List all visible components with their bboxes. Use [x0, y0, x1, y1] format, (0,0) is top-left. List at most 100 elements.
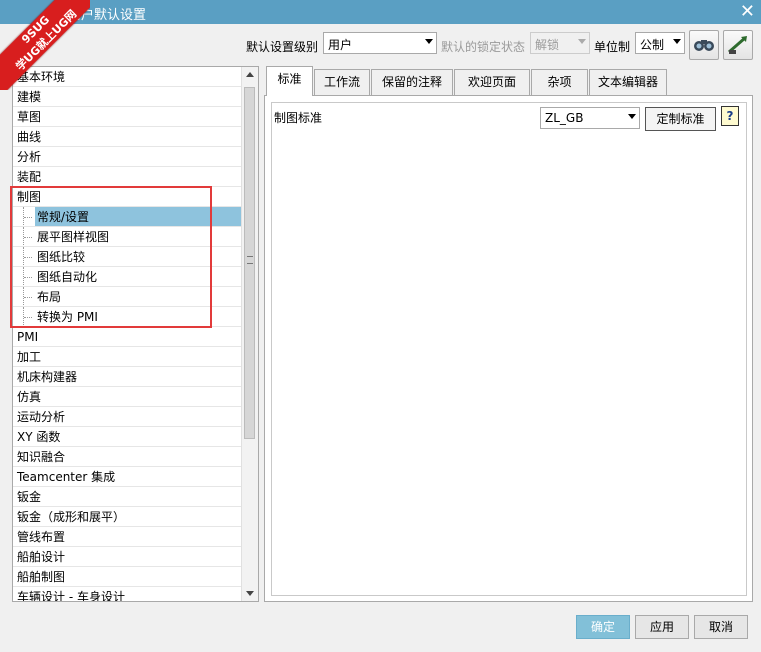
ok-button[interactable]: 确定 [576, 615, 630, 639]
tree-item-label: 机床构建器 [17, 370, 78, 384]
tree-item-label: 布局 [37, 290, 62, 304]
cancel-button[interactable]: 取消 [694, 615, 748, 639]
tree-item-label: 车辆设计 - 车身设计 [17, 590, 125, 602]
drafting-standard-value: ZL_GB [545, 111, 584, 125]
tree-item-label: 转换为 PMI [37, 310, 98, 324]
tree-item[interactable]: 装配 [13, 167, 244, 187]
tree-item-label: 钣金（成形和展平） [17, 510, 126, 524]
tab-2[interactable]: 保留的注释 [371, 69, 453, 95]
tab-body: 制图标准 ZL_GB 定制标准 ? [264, 95, 753, 602]
find-setting-button[interactable] [689, 30, 719, 60]
lock-label: 默认的锁定状态 [441, 40, 526, 54]
tab-5[interactable]: 文本编辑器 [589, 69, 667, 95]
tree-item[interactable]: 钣金（成形和展平） [13, 507, 244, 527]
tree-item[interactable]: 草图 [13, 107, 244, 127]
scroll-down-icon[interactable] [242, 585, 258, 601]
tab-3[interactable]: 欢迎页面 [454, 69, 530, 95]
level-dropdown[interactable]: 用户 [323, 32, 437, 54]
scroll-up-icon[interactable] [242, 67, 258, 83]
tree-scrollbar[interactable] [241, 67, 258, 601]
tab-4[interactable]: 杂项 [531, 69, 588, 95]
tree-item-label: 分析 [17, 150, 42, 164]
tree-item[interactable]: 加工 [13, 347, 244, 367]
category-tree[interactable]: 基本环境 建模 草图 曲线 分析 装配 制图 常规/设置 展平图样视图 图纸比较 图纸自动化 布局 转换… [12, 66, 259, 602]
tree-item[interactable]: Teamcenter 集成 [13, 467, 244, 487]
tree-item-label: 建模 [17, 90, 42, 104]
tree-rows: 基本环境 建模 草图 曲线 分析 装配 制图 常规/设置 展平图样视图 图纸比较 图纸自动化 布局 转换… [13, 67, 244, 602]
chevron-down-icon [673, 39, 681, 44]
tree-item-label: 仿真 [17, 390, 42, 404]
tree-child-item[interactable]: 转换为 PMI [13, 307, 244, 327]
tree-child-item[interactable]: 展平图样视图 [13, 227, 244, 247]
drafting-standard-label: 制图标准 [274, 111, 323, 125]
lock-dropdown: 解锁 [530, 32, 590, 54]
tree-item[interactable]: 船舶设计 [13, 547, 244, 567]
tree-item[interactable]: 制图 [13, 187, 244, 207]
tree-child-item[interactable]: 常规/设置 [13, 207, 244, 227]
tree-item-label: 知识融合 [17, 450, 66, 464]
apply-button[interactable]: 应用 [635, 615, 689, 639]
tree-item[interactable]: 仿真 [13, 387, 244, 407]
tree-item-label: XY 函数 [17, 430, 61, 444]
tree-connector [24, 277, 32, 278]
tree-item[interactable]: XY 函数 [13, 427, 244, 447]
tree-item[interactable]: 钣金 [13, 487, 244, 507]
lock-value: 解锁 [535, 38, 560, 52]
tree-item-label: 展平图样视图 [37, 230, 110, 244]
tree-item[interactable]: PMI [13, 327, 244, 347]
tree-item-label: PMI [17, 330, 39, 344]
watermark-badge: 9SUG 学UG就上UG网 [0, 0, 90, 90]
tree-item-label: Teamcenter 集成 [17, 470, 116, 484]
tree-connector [24, 257, 32, 258]
tree-item-label: 制图 [17, 190, 42, 204]
tree-item[interactable]: 船舶制图 [13, 567, 244, 587]
tree-item[interactable]: 建模 [13, 87, 244, 107]
customize-standard-button[interactable]: 定制标准 [645, 107, 716, 131]
settings-panel: 标准 工作流 保留的注释 欢迎页面 杂项 文本编辑器 制图标准 ZL_GB 定制标准 ? [264, 66, 753, 602]
tree-item[interactable]: 分析 [13, 147, 244, 167]
tree-child-item[interactable]: 图纸自动化 [13, 267, 244, 287]
binoculars-icon [694, 40, 714, 51]
level-value: 用户 [328, 38, 353, 52]
watermark-band: 9SUG 学UG就上UG网 [0, 0, 90, 90]
tree-item-label: 船舶设计 [17, 550, 66, 564]
tree-item-label: 运动分析 [17, 410, 66, 424]
tree-item-label: 管线布置 [17, 530, 66, 544]
tree-item-label: 常规/设置 [35, 207, 243, 226]
grip-icon [247, 256, 253, 264]
chevron-down-icon [425, 39, 433, 44]
tree-item-label: 装配 [17, 170, 42, 184]
tab-1[interactable]: 工作流 [314, 69, 370, 95]
unit-dropdown[interactable]: 公制 [635, 32, 685, 54]
tree-item-label: 加工 [17, 350, 42, 364]
tree-connector [24, 217, 32, 218]
tree-item[interactable]: 运动分析 [13, 407, 244, 427]
title-bar: 用户默认设置 ✕ [0, 0, 761, 24]
tab-0[interactable]: 标准 [266, 66, 313, 96]
tree-item-label: 图纸比较 [37, 250, 86, 264]
scroll-thumb[interactable] [244, 87, 255, 439]
help-icon[interactable]: ? [721, 106, 739, 126]
edit-arrow-icon [728, 36, 747, 54]
unit-label: 单位制 [594, 40, 631, 54]
drafting-standard-dropdown[interactable]: ZL_GB [540, 107, 640, 129]
tree-item-label: 图纸自动化 [37, 270, 98, 284]
tree-item-label: 曲线 [17, 130, 42, 144]
chevron-down-icon [628, 114, 636, 119]
tree-item[interactable]: 管线布置 [13, 527, 244, 547]
tree-child-item[interactable]: 布局 [13, 287, 244, 307]
tree-item[interactable]: 知识融合 [13, 447, 244, 467]
tree-item[interactable]: 机床构建器 [13, 367, 244, 387]
tree-item[interactable]: 曲线 [13, 127, 244, 147]
tree-child-item[interactable]: 图纸比较 [13, 247, 244, 267]
level-label: 默认设置级别 [246, 40, 319, 54]
standard-group: 制图标准 ZL_GB 定制标准 ? [271, 102, 747, 596]
tree-connector [24, 297, 32, 298]
unit-value: 公制 [640, 38, 665, 52]
tree-item[interactable]: 车辆设计 - 车身设计 [13, 587, 244, 602]
tree-item-label: 船舶制图 [17, 570, 66, 584]
tree-item-label: 草图 [17, 110, 42, 124]
close-icon[interactable]: ✕ [740, 1, 755, 22]
manage-settings-button[interactable] [723, 30, 753, 60]
chevron-down-icon [578, 39, 586, 44]
